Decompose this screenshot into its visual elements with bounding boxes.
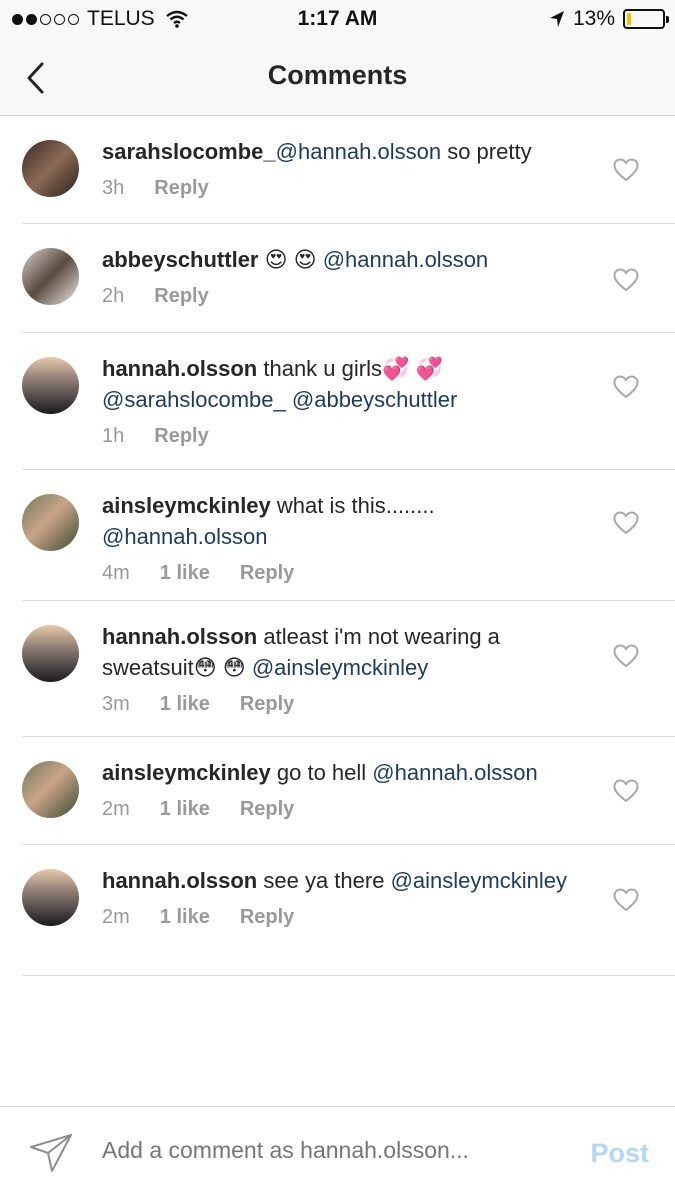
comment-message: go to hell — [270, 760, 373, 785]
comment-message: 😍 😍 — [258, 247, 323, 272]
comment-row: abbeyschuttler 😍 😍 @hannah.olsson 2h Reply — [22, 224, 675, 333]
reply-button[interactable]: Reply — [154, 285, 208, 308]
comment-list: sarahslocombe_@hannah.olsson so pretty 3h… — [0, 116, 675, 976]
comment-username[interactable]: ainsleymckinley — [102, 760, 271, 785]
comment-username[interactable]: abbeyschuttler — [102, 247, 259, 272]
heart-outline-icon[interactable] — [613, 268, 639, 292]
heart-outline-icon[interactable] — [613, 375, 639, 399]
comment-mention[interactable]: @ainsleymckinley — [391, 868, 567, 893]
comment-mention[interactable]: @hannah.olsson — [372, 760, 537, 785]
comment-likes[interactable]: 1 like — [160, 798, 210, 821]
avatar[interactable] — [22, 248, 79, 305]
post-button[interactable]: Post — [590, 1138, 649, 1169]
comment-time: 2h — [102, 285, 125, 307]
comment-mention-secondary[interactable]: @abbeyschuttler — [292, 387, 457, 412]
comment-meta: 2m 1 like Reply — [102, 798, 582, 821]
battery-icon — [623, 9, 669, 29]
comment-time: 3m — [102, 693, 130, 715]
comment-meta: 4m 1 like Reply — [102, 562, 582, 585]
comment-likes[interactable]: 1 like — [160, 562, 210, 585]
comment-meta: 3m 1 like Reply — [102, 693, 582, 716]
comment-time: 2m — [102, 906, 130, 928]
comment-body: hannah.olsson atleast i'm not wearing a … — [102, 621, 582, 716]
comment-time: 3h — [102, 177, 125, 199]
comment-row: ainsleymckinley go to hell @hannah.olsso… — [22, 737, 675, 845]
heart-outline-icon[interactable] — [613, 888, 639, 912]
comment-text: hannah.olsson atleast i'm not wearing a … — [102, 621, 582, 683]
comment-message: see ya there — [257, 868, 391, 893]
battery-percent: 13% — [572, 7, 615, 30]
avatar[interactable] — [22, 140, 79, 197]
comment-text: ainsleymckinley what is this........ @ha… — [102, 490, 582, 552]
comment-username[interactable]: hannah.olsson — [102, 356, 257, 381]
comment-mention[interactable]: @ainsleymckinley — [252, 655, 428, 680]
heart-outline-icon[interactable] — [613, 158, 639, 182]
comment-time: 2m — [102, 798, 130, 820]
comment-username[interactable]: hannah.olsson — [102, 868, 257, 893]
comment-mention[interactable]: @sarahslocombe_ — [102, 387, 286, 412]
heart-outline-icon[interactable] — [613, 779, 639, 803]
avatar[interactable] — [22, 357, 79, 414]
comment-row: hannah.olsson see ya there @ainsleymckin… — [22, 845, 675, 976]
comment-body: sarahslocombe_@hannah.olsson so pretty 3h… — [102, 136, 582, 200]
comment-body: hannah.olsson thank u girls💞 💞 @sarahslo… — [102, 353, 582, 448]
reply-button[interactable]: Reply — [240, 693, 294, 716]
status-bar: TELUS 1:17 AM 13% — [0, 0, 675, 40]
comment-mention[interactable]: @hannah.olsson — [276, 139, 441, 164]
comment-username[interactable]: sarahslocombe_ — [102, 139, 276, 164]
avatar[interactable] — [22, 494, 79, 551]
comment-text: abbeyschuttler 😍 😍 @hannah.olsson — [102, 244, 582, 275]
comment-likes[interactable]: 1 like — [160, 906, 210, 929]
nav-bar: Comments — [0, 40, 675, 116]
comment-body: hannah.olsson see ya there @ainsleymckin… — [102, 865, 582, 929]
comment-row: sarahslocombe_@hannah.olsson so pretty 3h… — [22, 116, 675, 224]
comment-row: hannah.olsson atleast i'm not wearing a … — [22, 601, 675, 737]
reply-button[interactable]: Reply — [154, 177, 208, 200]
comment-message-tail: so pretty — [441, 139, 532, 164]
comment-row: hannah.olsson thank u girls💞 💞 @sarahslo… — [22, 333, 675, 470]
comment-username[interactable]: ainsleymckinley — [102, 493, 271, 518]
comment-body: ainsleymckinley what is this........ @ha… — [102, 490, 582, 585]
status-right: 13% — [549, 7, 669, 31]
comment-input[interactable] — [102, 1137, 562, 1164]
reply-button[interactable]: Reply — [240, 906, 294, 929]
compose-bar: Post — [0, 1106, 675, 1200]
comment-mention[interactable]: @hannah.olsson — [102, 524, 267, 549]
heart-outline-icon[interactable] — [613, 511, 639, 535]
comment-meta: 2h Reply — [102, 285, 582, 308]
page-title: Comments — [267, 60, 408, 90]
heart-outline-icon[interactable] — [613, 644, 639, 668]
comment-row: ainsleymckinley what is this........ @ha… — [22, 470, 675, 601]
comment-time: 1h — [102, 425, 125, 447]
comment-body: abbeyschuttler 😍 😍 @hannah.olsson 2h Reply — [102, 244, 582, 308]
comment-message: what is this........ — [270, 493, 435, 518]
reply-button[interactable]: Reply — [154, 425, 208, 448]
reply-button[interactable]: Reply — [240, 798, 294, 821]
paper-plane-icon[interactable] — [28, 1132, 74, 1174]
comment-mention[interactable]: @hannah.olsson — [323, 247, 488, 272]
comment-time: 4m — [102, 562, 130, 584]
avatar[interactable] — [22, 625, 79, 682]
comment-text: hannah.olsson thank u girls💞 💞 @sarahslo… — [102, 353, 582, 415]
reply-button[interactable]: Reply — [240, 562, 294, 585]
avatar[interactable] — [22, 869, 79, 926]
comment-text: hannah.olsson see ya there @ainsleymckin… — [102, 865, 582, 896]
comment-likes[interactable]: 1 like — [160, 693, 210, 716]
battery-level — [627, 13, 632, 25]
comment-username[interactable]: hannah.olsson — [102, 624, 257, 649]
comment-meta: 3h Reply — [102, 177, 582, 200]
comment-text: ainsleymckinley go to hell @hannah.olsso… — [102, 757, 582, 788]
comment-meta: 2m 1 like Reply — [102, 906, 582, 929]
comment-text: sarahslocombe_@hannah.olsson so pretty — [102, 136, 582, 167]
comment-body: ainsleymckinley go to hell @hannah.olsso… — [102, 757, 582, 821]
avatar[interactable] — [22, 761, 79, 818]
comment-message: thank u girls💞 💞 — [257, 356, 443, 381]
location-arrow-icon — [549, 11, 564, 27]
comment-meta: 1h Reply — [102, 425, 582, 448]
